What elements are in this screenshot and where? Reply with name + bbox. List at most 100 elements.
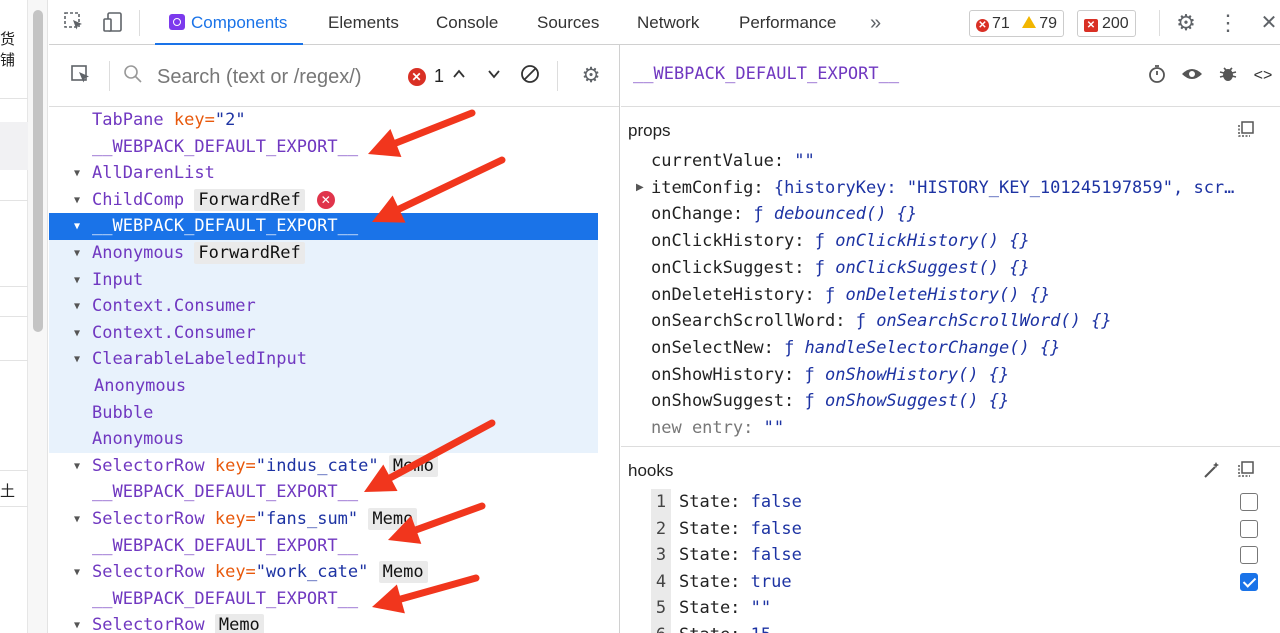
expand-prop-icon[interactable]: ▶: [636, 182, 644, 193]
component-name: SelectorRow key="fans_sum" Memo: [92, 506, 418, 533]
device-toolbar-icon[interactable]: [101, 11, 125, 35]
tree-row[interactable]: ▼ SelectorRow key="fans_sum" Memo: [49, 506, 598, 533]
tree-row[interactable]: ▼ Input: [49, 266, 598, 294]
tree-row[interactable]: TabPane key="2": [49, 107, 598, 134]
expand-toggle-icon[interactable]: ▼: [74, 187, 86, 214]
tree-row[interactable]: ▼ SelectorRow Memo: [49, 612, 598, 633]
prop-row[interactable]: itemConfig: {historyKey: "HISTORY_KEY_10…: [651, 175, 1234, 202]
more-tabs-button[interactable]: »: [870, 0, 881, 45]
component-search-input[interactable]: [157, 62, 397, 92]
copy-hooks-icon[interactable]: [1235, 460, 1257, 482]
state-checkbox[interactable]: [1240, 519, 1258, 538]
tree-row[interactable]: Bubble: [49, 399, 598, 427]
settings-gear-icon[interactable]: ⚙: [1174, 11, 1198, 35]
component-name: TabPane key="2": [92, 107, 246, 134]
component-name: SelectorRow key="indus_cate" Memo: [92, 453, 438, 480]
tree-row[interactable]: ▼ Context.Consumer: [49, 319, 598, 347]
clear-errors-icon[interactable]: [518, 64, 542, 88]
expand-toggle-icon[interactable]: ▼: [74, 320, 86, 347]
tree-row[interactable]: __WEBPACK_DEFAULT_EXPORT__: [49, 533, 598, 560]
expand-toggle-icon[interactable]: ▼: [74, 267, 86, 294]
magic-wand-icon[interactable]: [1201, 460, 1223, 482]
expand-toggle-icon[interactable]: ▼: [74, 559, 86, 586]
hook-row[interactable]: 6 State: 15: [651, 622, 771, 633]
hook-value: true: [750, 571, 792, 592]
component-name: Context.Consumer: [92, 320, 256, 347]
tree-row[interactable]: Anonymous: [49, 426, 598, 454]
prop-row[interactable]: onChange: ƒ debounced() {}: [651, 201, 917, 228]
tree-row[interactable]: ▼ SelectorRow key="work_cate" Memo: [49, 559, 598, 586]
state-checkbox[interactable]: [1240, 572, 1258, 591]
error-warning-counter[interactable]: ✕ 71 79: [969, 10, 1065, 37]
hoc-badge: Memo: [214, 614, 264, 633]
tree-row[interactable]: __WEBPACK_DEFAULT_EXPORT__: [49, 134, 598, 161]
tab-components[interactable]: Components: [154, 0, 304, 46]
prop-row[interactable]: onDeleteHistory: ƒ onDeleteHistory() {}: [651, 282, 1050, 309]
tree-row[interactable]: Anonymous: [49, 373, 598, 400]
prop-row[interactable]: onSelectNew: ƒ handleSelectorChange() {}: [651, 335, 1060, 362]
tree-row[interactable]: ▼ Context.Consumer: [49, 293, 598, 321]
hook-row[interactable]: 1 State: false: [651, 489, 802, 516]
tab-performance[interactable]: Performance: [739, 0, 836, 45]
next-error-icon[interactable]: [482, 64, 506, 88]
tree-row[interactable]: ▼ Anonymous ForwardRef: [49, 240, 598, 267]
tree-row[interactable]: ▼ ClearableLabeledInput: [49, 346, 598, 374]
component-name: ClearableLabeledInput: [92, 346, 307, 373]
scrollbar-thumb[interactable]: [33, 10, 43, 332]
eye-icon[interactable]: [1180, 64, 1204, 88]
hook-key: State:: [679, 625, 751, 633]
inspect-element-icon[interactable]: [62, 11, 86, 35]
tab-console[interactable]: Console: [436, 0, 498, 45]
prop-row[interactable]: currentValue: "": [651, 148, 815, 175]
expand-toggle-icon[interactable]: ▼: [74, 612, 86, 633]
hook-row[interactable]: 3 State: false: [651, 542, 802, 570]
expand-toggle-icon[interactable]: ▼: [74, 453, 86, 480]
component-name: ChildComp ForwardRef ✕: [92, 187, 335, 214]
tree-row[interactable]: ▼ AllDarenList: [49, 160, 598, 187]
tree-row[interactable]: __WEBPACK_DEFAULT_EXPORT__: [49, 479, 598, 506]
expand-toggle-icon[interactable]: ▼: [74, 293, 86, 320]
prop-row[interactable]: onShowHistory: ƒ onShowHistory() {}: [651, 362, 1009, 389]
state-checkbox[interactable]: [1240, 493, 1258, 511]
prop-row[interactable]: onClickSuggest: ƒ onClickSuggest() {}: [651, 255, 1030, 282]
tab-network[interactable]: Network: [637, 0, 699, 45]
issues-counter[interactable]: ✕ 200: [1077, 10, 1136, 37]
hook-row[interactable]: 4 State: true: [651, 568, 792, 596]
view-source-icon[interactable]: <>: [1251, 64, 1275, 88]
stopwatch-icon[interactable]: [1145, 64, 1169, 88]
prop-value: onShowHistory() {}: [825, 364, 1010, 385]
prop-row[interactable]: onShowSuggest: ƒ onShowSuggest() {}: [651, 388, 1009, 415]
prop-row[interactable]: onSearchScrollWord: ƒ onSearchScrollWord…: [651, 308, 1112, 335]
expand-toggle-icon[interactable]: ▼: [74, 506, 86, 533]
divider: [109, 61, 110, 91]
copy-props-icon[interactable]: [1235, 120, 1257, 142]
tree-row[interactable]: ▼ __WEBPACK_DEFAULT_EXPORT__: [49, 213, 598, 241]
previous-error-icon[interactable]: [447, 64, 471, 88]
bug-icon[interactable]: [1216, 64, 1240, 88]
settings-gear-icon[interactable]: ⚙: [579, 64, 603, 88]
tree-row[interactable]: ▼ ChildComp ForwardRef ✕: [49, 187, 598, 214]
select-component-icon[interactable]: [69, 64, 93, 88]
function-symbol: ƒ: [814, 257, 836, 278]
close-devtools-icon[interactable]: ✕: [1257, 11, 1280, 35]
tab-elements[interactable]: Elements: [328, 0, 399, 45]
tree-row[interactable]: __WEBPACK_DEFAULT_EXPORT__: [49, 586, 598, 613]
page-text-fragment: 货铺: [0, 30, 16, 69]
more-options-icon[interactable]: ⋮: [1216, 11, 1240, 35]
state-checkbox[interactable]: [1240, 546, 1258, 565]
key-label: key=: [214, 562, 256, 583]
warning-icon: [1022, 16, 1037, 28]
tree-row[interactable]: ▼ SelectorRow key="indus_cate" Memo: [49, 453, 598, 480]
hook-row[interactable]: 2 State: false: [651, 515, 802, 543]
prop-row[interactable]: new entry: "": [651, 415, 784, 442]
expand-toggle-icon[interactable]: ▼: [74, 240, 86, 267]
expand-toggle-icon[interactable]: ▼: [74, 160, 86, 187]
page-scrollbar[interactable]: [28, 0, 48, 633]
tab-sources[interactable]: Sources: [537, 0, 599, 45]
prop-row[interactable]: onClickHistory: ƒ onClickHistory() {}: [651, 228, 1030, 255]
component-label: SelectorRow: [92, 562, 205, 583]
hook-row[interactable]: 5 State: "": [651, 595, 771, 623]
expand-toggle-icon[interactable]: ▼: [74, 213, 86, 240]
hook-index: 3: [651, 542, 671, 570]
expand-toggle-icon[interactable]: ▼: [74, 346, 86, 373]
